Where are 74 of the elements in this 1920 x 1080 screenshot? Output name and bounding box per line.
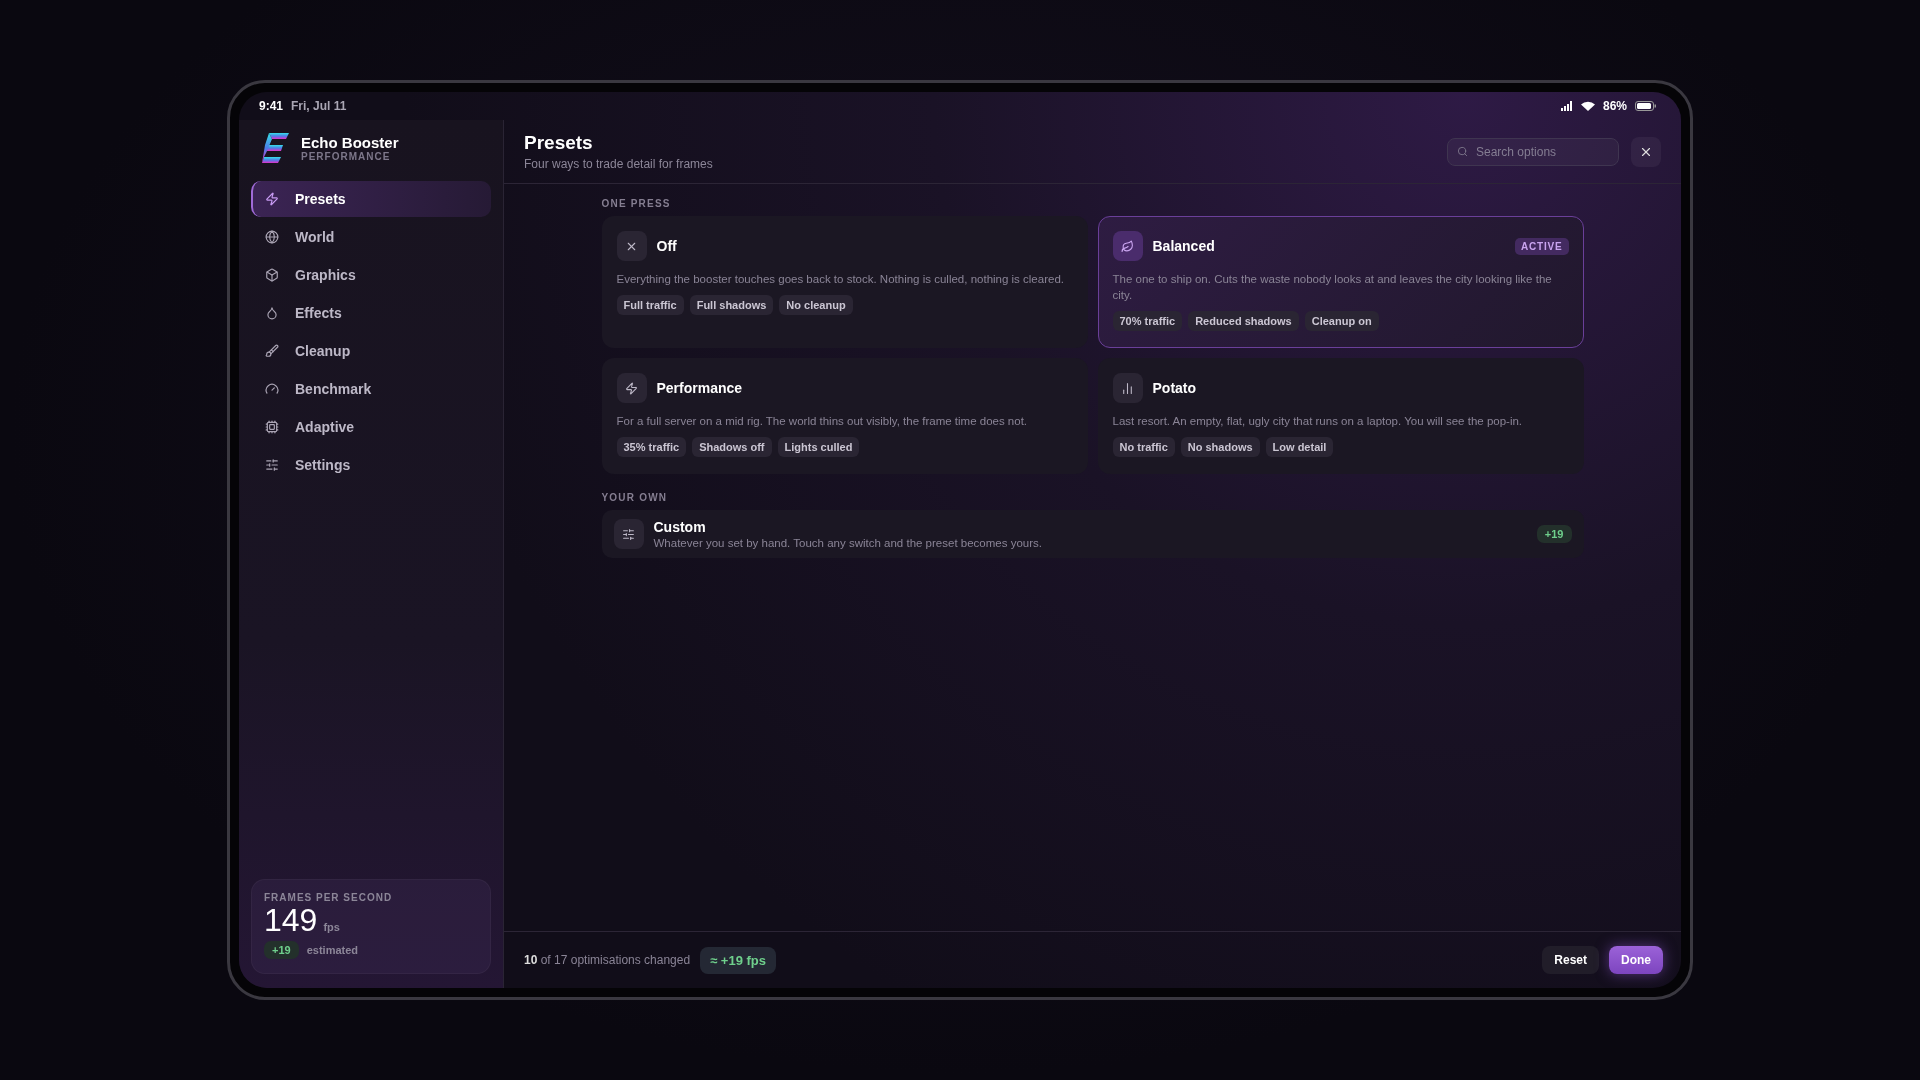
search-field[interactable]: Search options [1447,137,1619,166]
nav-item[interactable]: Presets [251,181,491,217]
preset-name: Balanced [1152,238,1216,254]
preset-tag: Full traffic [616,295,684,315]
bolt-icon [265,192,279,206]
page-title: Presets [524,132,594,154]
fps-delta: +19 [1536,525,1572,543]
close-button[interactable] [1631,136,1661,167]
preset-tag: No shadows [1180,437,1260,457]
preset-name: Potato [1152,380,1198,396]
chip-icon [265,420,279,434]
signal-icon [1560,101,1573,111]
preset-tag: Lights culled [777,437,860,457]
preset-description: Everything the booster touches goes back to stock. Nothing is culled, nothing is cleared. [616,272,1065,287]
wifi-icon [1580,101,1595,111]
page-subtitle: Four ways to trade detail for frames [524,157,713,171]
fps-label: FRAMES PER SECOND [264,892,394,903]
brush-icon [265,344,279,358]
logo-icon [261,132,289,164]
nav-item[interactable]: Effects [251,295,491,331]
preset-description: The one to ship on. Cuts the waste nobody looks at and leaves the city looking like the city. [1112,272,1553,303]
preset-tag: Low detail [1265,437,1334,457]
preset-card[interactable]: Performance For a full server on a mid rig. The world thins out visibly, the frame time does not. 35% traffic Shadows off Lights culled [601,358,1088,474]
bar-chart-icon [1121,381,1134,395]
sliders-icon [622,527,635,541]
preset-tag: Cleanup on [1304,311,1379,331]
preset-description: For a full server on a mid rig. The world thins out visibly, the frame time does not. [616,414,1029,429]
preset-tag: No traffic [1112,437,1175,457]
preset-name: Off [656,238,678,254]
active-badge: ACTIVE [1515,237,1569,255]
nav-item[interactable]: Adaptive [251,409,491,445]
reset-button[interactable]: Reset [1542,946,1599,974]
leaf-icon [1121,239,1134,253]
preset-name: Performance [656,380,744,396]
status-time: 9:41 [259,99,284,113]
sliders-icon [265,458,279,472]
preset-tag: No cleanup [779,295,853,315]
globe-icon [265,230,279,244]
nav-item[interactable]: Settings [251,447,491,483]
section-title: ONE PRESS [601,198,672,209]
preset-description: Whatever you set by hand. Touch any switch and the preset becomes yours. [653,537,1043,549]
custom-preset-card[interactable]: Custom Whatever you set by hand. Touch any switch and the preset becomes yours. +19 [601,510,1584,558]
preset-tag: Full shadows [689,295,774,315]
preset-description: Last resort. An empty, flat, ugly city that runs on a laptop. You will see the pop-in. [1112,414,1524,429]
fps-delta: +19 [264,941,299,959]
nav-item[interactable]: World [251,219,491,255]
done-button[interactable]: Done [1609,946,1663,974]
preset-tag: 35% traffic [616,437,687,457]
preset-tag: Reduced shadows [1188,311,1299,331]
nav-item[interactable]: Cleanup [251,333,491,369]
nav-item[interactable]: Benchmark [251,371,491,407]
preset-tag: Shadows off [692,437,772,457]
status-date: Fri, Jul 11 [291,99,347,113]
cube-icon [265,268,279,282]
battery-icon [1635,101,1657,111]
fps-note: estimated [306,944,359,956]
section-title: YOUR OWN [601,492,669,503]
app-subtitle: PERFORMANCE [301,151,392,162]
changes-summary: 10 of 17 optimisations changed [524,953,691,967]
battery-percent: 86% [1602,99,1627,113]
fps-unit: fps [323,921,340,933]
preset-name: Custom [653,519,707,535]
drop-icon [265,306,279,320]
preset-card[interactable]: Balanced ACTIVE The one to ship on. Cuts the waste nobody looks at and leaves the city looking like the city. 70% traffic Reduced shadows Cleanup on [1097,216,1584,348]
preset-card[interactable]: Off Everything the booster touches goes back to stock. Nothing is culled, nothing is cleared. Full traffic Full shadows No cleanup [601,216,1088,348]
fps-gain: ≈ +19 fps [700,946,777,974]
search-icon [1457,145,1468,157]
app-name: Echo Booster [301,134,399,151]
gauge-icon [265,382,279,396]
bolt-icon [625,381,638,395]
nav-item[interactable]: Graphics [251,257,491,293]
fps-value: 149 [264,903,318,937]
preset-tag: 70% traffic [1112,311,1183,331]
preset-card[interactable]: Potato Last resort. An empty, flat, ugly city that runs on a laptop. You will see the pop-in. No traffic No shadows Low detail [1097,358,1584,474]
